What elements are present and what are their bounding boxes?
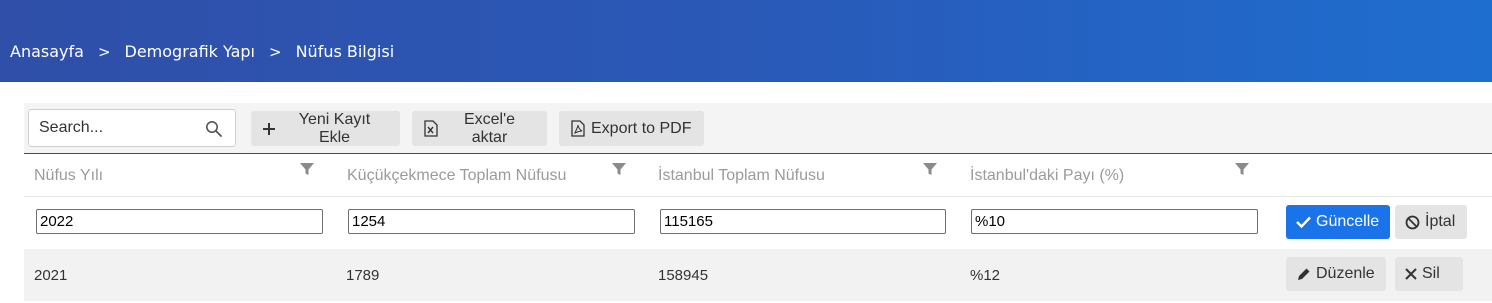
cell-share: %12 [970,267,1001,284]
istanbul-population-input[interactable] [660,209,946,234]
cancel-button[interactable]: İptal [1395,205,1467,239]
excel-export-label: Excel'e aktar [463,110,516,146]
breadcrumb-separator: > [269,42,282,61]
plus-icon [263,122,275,135]
grid-toolbar: Yeni Kayıt Ekle Excel'e aktar Export to … [24,103,1492,154]
check-icon [1296,216,1311,228]
search-input[interactable] [29,110,219,146]
page-header: Anasayfa > Demografik Yapı > Nüfus Bilgi… [0,0,1492,82]
search-box [28,109,236,147]
search-icon[interactable] [205,120,223,138]
filter-icon[interactable] [300,162,314,176]
data-grid: Yeni Kayıt Ekle Excel'e aktar Export to … [24,103,1492,303]
cell-kucukcekmece-population: 1789 [346,267,380,284]
cell-istanbul-population: 158945 [658,267,709,284]
column-header-year[interactable]: Nüfus Yılı [34,167,103,185]
cancel-label: İptal [1425,213,1456,230]
breadcrumb-current: Nüfus Bilgisi [295,42,395,61]
delete-button[interactable]: Sil [1395,257,1463,291]
column-header-kucukcekmece[interactable]: Küçükçekmece Toplam Nüfusu [347,167,566,185]
delete-label: Sil [1422,265,1440,282]
breadcrumb: Anasayfa > Demografik Yapı > Nüfus Bilgi… [10,42,394,61]
breadcrumb-home[interactable]: Anasayfa [10,42,84,61]
filter-icon[interactable] [612,162,626,176]
breadcrumb-separator: > [97,42,111,61]
ban-icon [1405,215,1420,230]
add-record-label: Yeni Kayıt Ekle [298,110,371,146]
table-row: 2021 1789 158945 %12 Düzenle Sil [24,249,1492,301]
update-button[interactable]: Güncelle [1286,205,1390,239]
filter-icon[interactable] [923,162,937,176]
table-row-editing: Güncelle İptal [24,197,1492,249]
kucukcekmece-population-input[interactable] [348,209,635,234]
year-input[interactable] [36,209,323,234]
edit-button[interactable]: Düzenle [1286,257,1386,291]
breadcrumb-demografik[interactable]: Demografik Yapı [125,42,255,61]
update-label: Güncelle [1316,213,1380,230]
excel-export-button[interactable]: Excel'e aktar [412,111,547,146]
pdf-file-icon [571,120,585,137]
pdf-export-button[interactable]: Export to PDF [559,111,704,146]
column-header-istanbul[interactable]: İstanbul Toplam Nüfusu [658,167,825,185]
close-icon [1405,268,1417,280]
pencil-icon [1296,267,1311,282]
table-header: Nüfus Yılı Küçükçekmece Toplam Nüfusu İs… [24,154,1492,197]
excel-file-icon [424,120,438,137]
edit-label: Düzenle [1316,265,1375,282]
filter-icon[interactable] [1235,162,1249,176]
cell-year: 2021 [34,267,68,284]
add-record-button[interactable]: Yeni Kayıt Ekle [251,111,400,146]
pdf-export-label: Export to PDF [591,119,692,137]
column-header-share[interactable]: İstanbul'daki Payı (%) [970,167,1124,185]
share-input[interactable] [971,209,1258,234]
